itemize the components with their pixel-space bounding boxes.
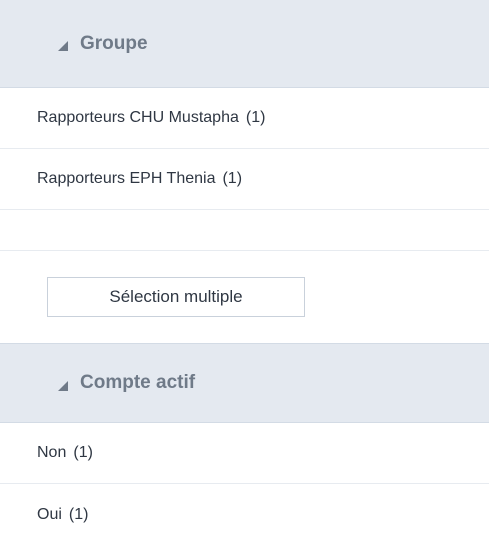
section-title-compte-actif: Compte actif: [80, 372, 196, 393]
facet-panel: Groupe Rapporteurs CHU Mustapha (1) Rapp…: [0, 0, 489, 549]
facet-item-count: (1): [73, 444, 93, 461]
facet-item-count: (1): [222, 170, 243, 187]
facet-item-count: (1): [245, 109, 266, 126]
facet-item-label: Oui: [37, 505, 62, 523]
multi-select-button[interactable]: Sélection multiple: [47, 277, 305, 317]
facet-item-label: Rapporteurs CHU Mustapha: [37, 109, 239, 126]
facet-item-rapporteurs-eph-thenia[interactable]: Rapporteurs EPH Thenia (1): [0, 149, 489, 210]
facet-item-oui[interactable]: Oui (1): [0, 484, 489, 545]
section-header-compte-actif[interactable]: Compte actif: [0, 343, 489, 423]
collapse-triangle-icon: [58, 41, 68, 51]
multi-select-row: Sélection multiple: [0, 251, 489, 343]
facet-item-label: Non: [37, 444, 67, 461]
facet-item-count: (1): [68, 505, 89, 523]
facet-item-non[interactable]: Non (1): [0, 423, 489, 484]
facet-item-label: Rapporteurs EPH Thenia: [37, 170, 216, 187]
section-spacer: [0, 210, 489, 251]
collapse-triangle-icon: [58, 380, 68, 391]
section-header-groupe[interactable]: Groupe: [0, 0, 489, 88]
section-title-groupe: Groupe: [80, 32, 148, 54]
facet-item-rapporteurs-chu-mustapha[interactable]: Rapporteurs CHU Mustapha (1): [0, 88, 489, 149]
